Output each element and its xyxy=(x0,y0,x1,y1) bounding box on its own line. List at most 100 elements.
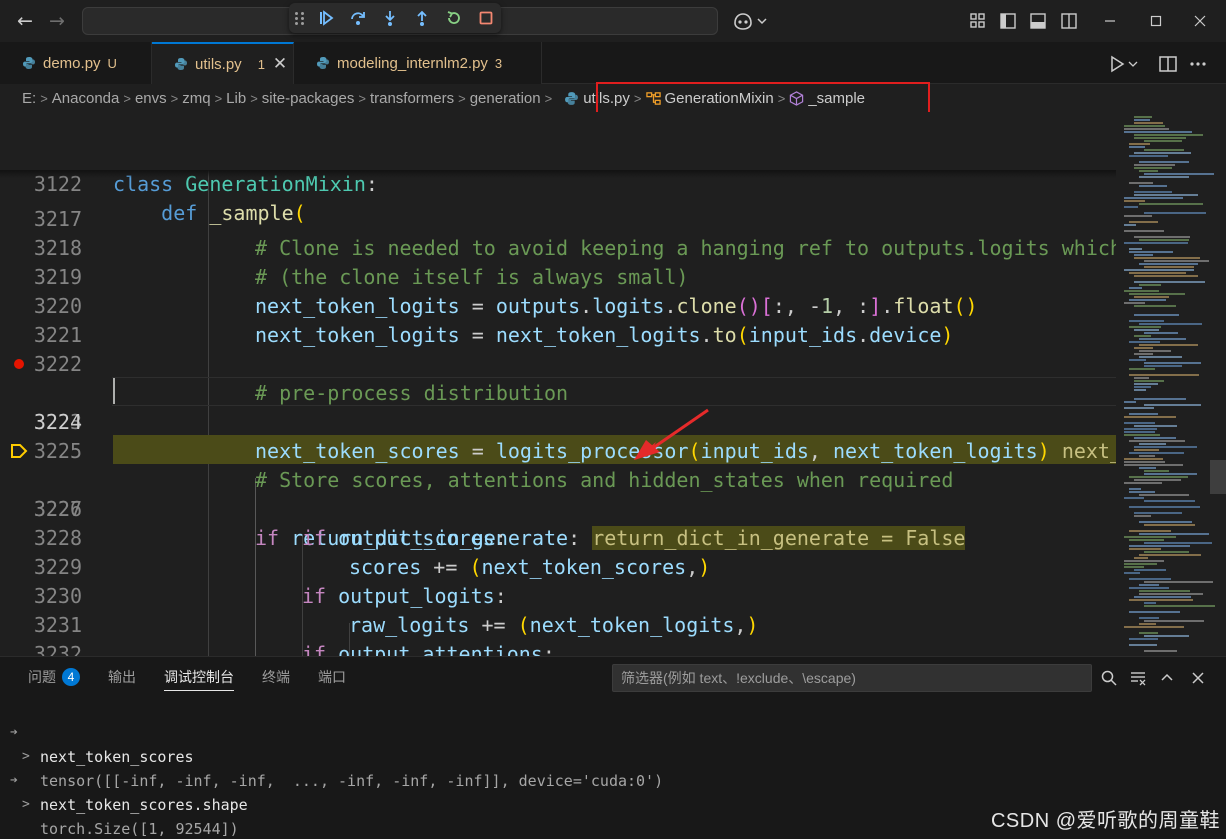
code-row: 3228 scores += (next_token_scores,) xyxy=(0,495,1116,579)
step-over-icon[interactable] xyxy=(347,7,369,29)
run-python-file-button[interactable] xyxy=(1108,52,1138,76)
tab-debug-console[interactable]: 调试控制台 xyxy=(164,657,234,697)
tab-demo-py[interactable]: demo.py U xyxy=(0,42,152,84)
minimap-line xyxy=(1134,296,1169,298)
customize-layout-icon[interactable] xyxy=(967,10,989,32)
minimap-line xyxy=(1144,332,1178,334)
tab-ports[interactable]: 端口 xyxy=(318,657,346,697)
expand-chevron-icon[interactable]: > xyxy=(22,793,30,817)
breakpoint-icon[interactable] xyxy=(14,359,24,369)
split-editor-icon[interactable] xyxy=(1158,52,1178,76)
tab-modeling-internlm2-py[interactable]: modeling_internlm2.py 3 xyxy=(294,42,542,84)
breadcrumb-item[interactable]: generation xyxy=(470,90,541,107)
code-row: 3225 # Store scores, attentions and hidd… xyxy=(0,408,1116,492)
more-actions-icon[interactable] xyxy=(1188,52,1208,76)
code-row: 3223 next_token_scores = logits_processo… xyxy=(0,350,1116,463)
minimize-icon[interactable] xyxy=(1099,10,1121,32)
breadcrumb-item[interactable]: site-packages xyxy=(262,90,355,107)
breadcrumb-item[interactable]: Anaconda xyxy=(52,90,120,107)
minimap-line xyxy=(1139,185,1167,187)
minimap-line xyxy=(1144,524,1195,526)
minimap-line xyxy=(1124,428,1157,430)
clear-console-icon[interactable] xyxy=(1127,667,1149,689)
minimap-line xyxy=(1124,626,1184,628)
minimap-line xyxy=(1139,263,1198,265)
tab-utils-py[interactable]: utils.py 1 ✕ xyxy=(152,42,294,84)
code-row: 3218 # (the clone itself is always small… xyxy=(0,205,1116,289)
breadcrumb-item[interactable]: zmq xyxy=(182,90,210,107)
minimap-line xyxy=(1144,602,1156,604)
minimap-line xyxy=(1134,257,1200,259)
step-out-icon[interactable] xyxy=(411,7,433,29)
code-row: 3219 next_token_logits = outputs.logits.… xyxy=(0,234,1116,318)
close-tab-icon[interactable]: ✕ xyxy=(273,54,287,74)
breadcrumb-item[interactable]: Lib xyxy=(226,90,246,107)
minimap-line xyxy=(1129,587,1169,589)
code-row: 3232 decoder_attentions += ( xyxy=(0,611,1116,656)
minimap-slider[interactable] xyxy=(1210,460,1226,494)
minimap-line xyxy=(1134,353,1153,355)
close-panel-icon[interactable] xyxy=(1187,667,1209,689)
minimap-line xyxy=(1139,443,1166,445)
minimap-line xyxy=(1134,512,1182,514)
step-into-icon[interactable] xyxy=(379,7,401,29)
search-icon[interactable] xyxy=(1098,667,1120,689)
minimap-line xyxy=(1124,407,1154,409)
minimap-line xyxy=(1129,299,1166,301)
minimap-line xyxy=(1139,176,1189,178)
tab-terminal[interactable]: 终端 xyxy=(262,657,290,697)
drag-handle-icon[interactable] xyxy=(295,10,305,26)
python-file-icon xyxy=(175,58,187,70)
toggle-secondary-sidebar-icon[interactable] xyxy=(1058,10,1080,32)
minimap-line xyxy=(1129,539,1164,541)
maximize-panel-icon[interactable] xyxy=(1156,667,1178,689)
breadcrumb-item[interactable]: envs xyxy=(135,90,167,107)
minimap-line xyxy=(1124,269,1194,271)
minimap-line xyxy=(1134,134,1203,136)
minimap-line xyxy=(1124,536,1176,538)
minimap-line xyxy=(1129,545,1190,547)
minimap-line xyxy=(1124,461,1165,463)
minimap-line xyxy=(1139,356,1182,358)
tab-output[interactable]: 输出 xyxy=(108,657,136,697)
breadcrumb-item[interactable]: transformers xyxy=(370,90,454,107)
stop-icon[interactable] xyxy=(475,7,497,29)
minimap-line xyxy=(1124,224,1136,226)
restart-icon[interactable] xyxy=(443,7,465,29)
chevron-right-icon: > xyxy=(544,90,553,106)
back-arrow-icon[interactable]: ← xyxy=(14,10,36,32)
copilot-icon[interactable] xyxy=(732,11,770,31)
console-input-text: next_token_scores.shape xyxy=(40,796,248,814)
minimap-line xyxy=(1139,284,1161,286)
minimap-line xyxy=(1129,248,1142,250)
close-window-icon[interactable] xyxy=(1189,10,1211,32)
minimap-line xyxy=(1139,590,1190,592)
maximize-icon[interactable] xyxy=(1145,10,1167,32)
debug-console-output[interactable]: ➔ next_token_scores > tensor([[-inf, -in… xyxy=(0,697,1226,838)
sticky-scroll-line[interactable]: 3122 def _sample( xyxy=(0,141,1116,225)
tab-badge: 1 xyxy=(257,56,265,72)
breadcrumb-item[interactable]: E: xyxy=(22,90,36,107)
continue-icon[interactable] xyxy=(315,7,337,29)
tab-problems[interactable]: 问题 4 xyxy=(28,657,80,697)
minimap-line xyxy=(1124,566,1144,568)
sticky-scroll-line[interactable]: 331 class GenerationMixin: xyxy=(0,112,1116,196)
toggle-primary-sidebar-icon[interactable] xyxy=(997,10,1019,32)
minimap-line xyxy=(1129,452,1184,454)
code-editor[interactable]: 331 class GenerationMixin: 3122 def _sam… xyxy=(0,112,1116,656)
minimap-line xyxy=(1129,599,1193,601)
console-filter-input[interactable]: 筛选器(例如 text、!exclude、\escape) xyxy=(612,664,1092,692)
forward-arrow-icon[interactable]: → xyxy=(46,10,68,32)
minimap[interactable] xyxy=(1116,112,1226,656)
minimap-line xyxy=(1134,275,1198,277)
annotation-arrow-icon xyxy=(634,408,709,460)
tab-badge: U xyxy=(107,55,117,71)
minimap-line xyxy=(1139,494,1189,496)
minimap-line xyxy=(1129,476,1188,478)
minimap-line xyxy=(1124,422,1155,424)
chevron-right-icon: > xyxy=(214,90,223,106)
minimap-line xyxy=(1124,458,1163,460)
minimap-line xyxy=(1144,581,1213,583)
toggle-panel-icon[interactable] xyxy=(1027,10,1049,32)
minimap-line xyxy=(1134,347,1153,349)
